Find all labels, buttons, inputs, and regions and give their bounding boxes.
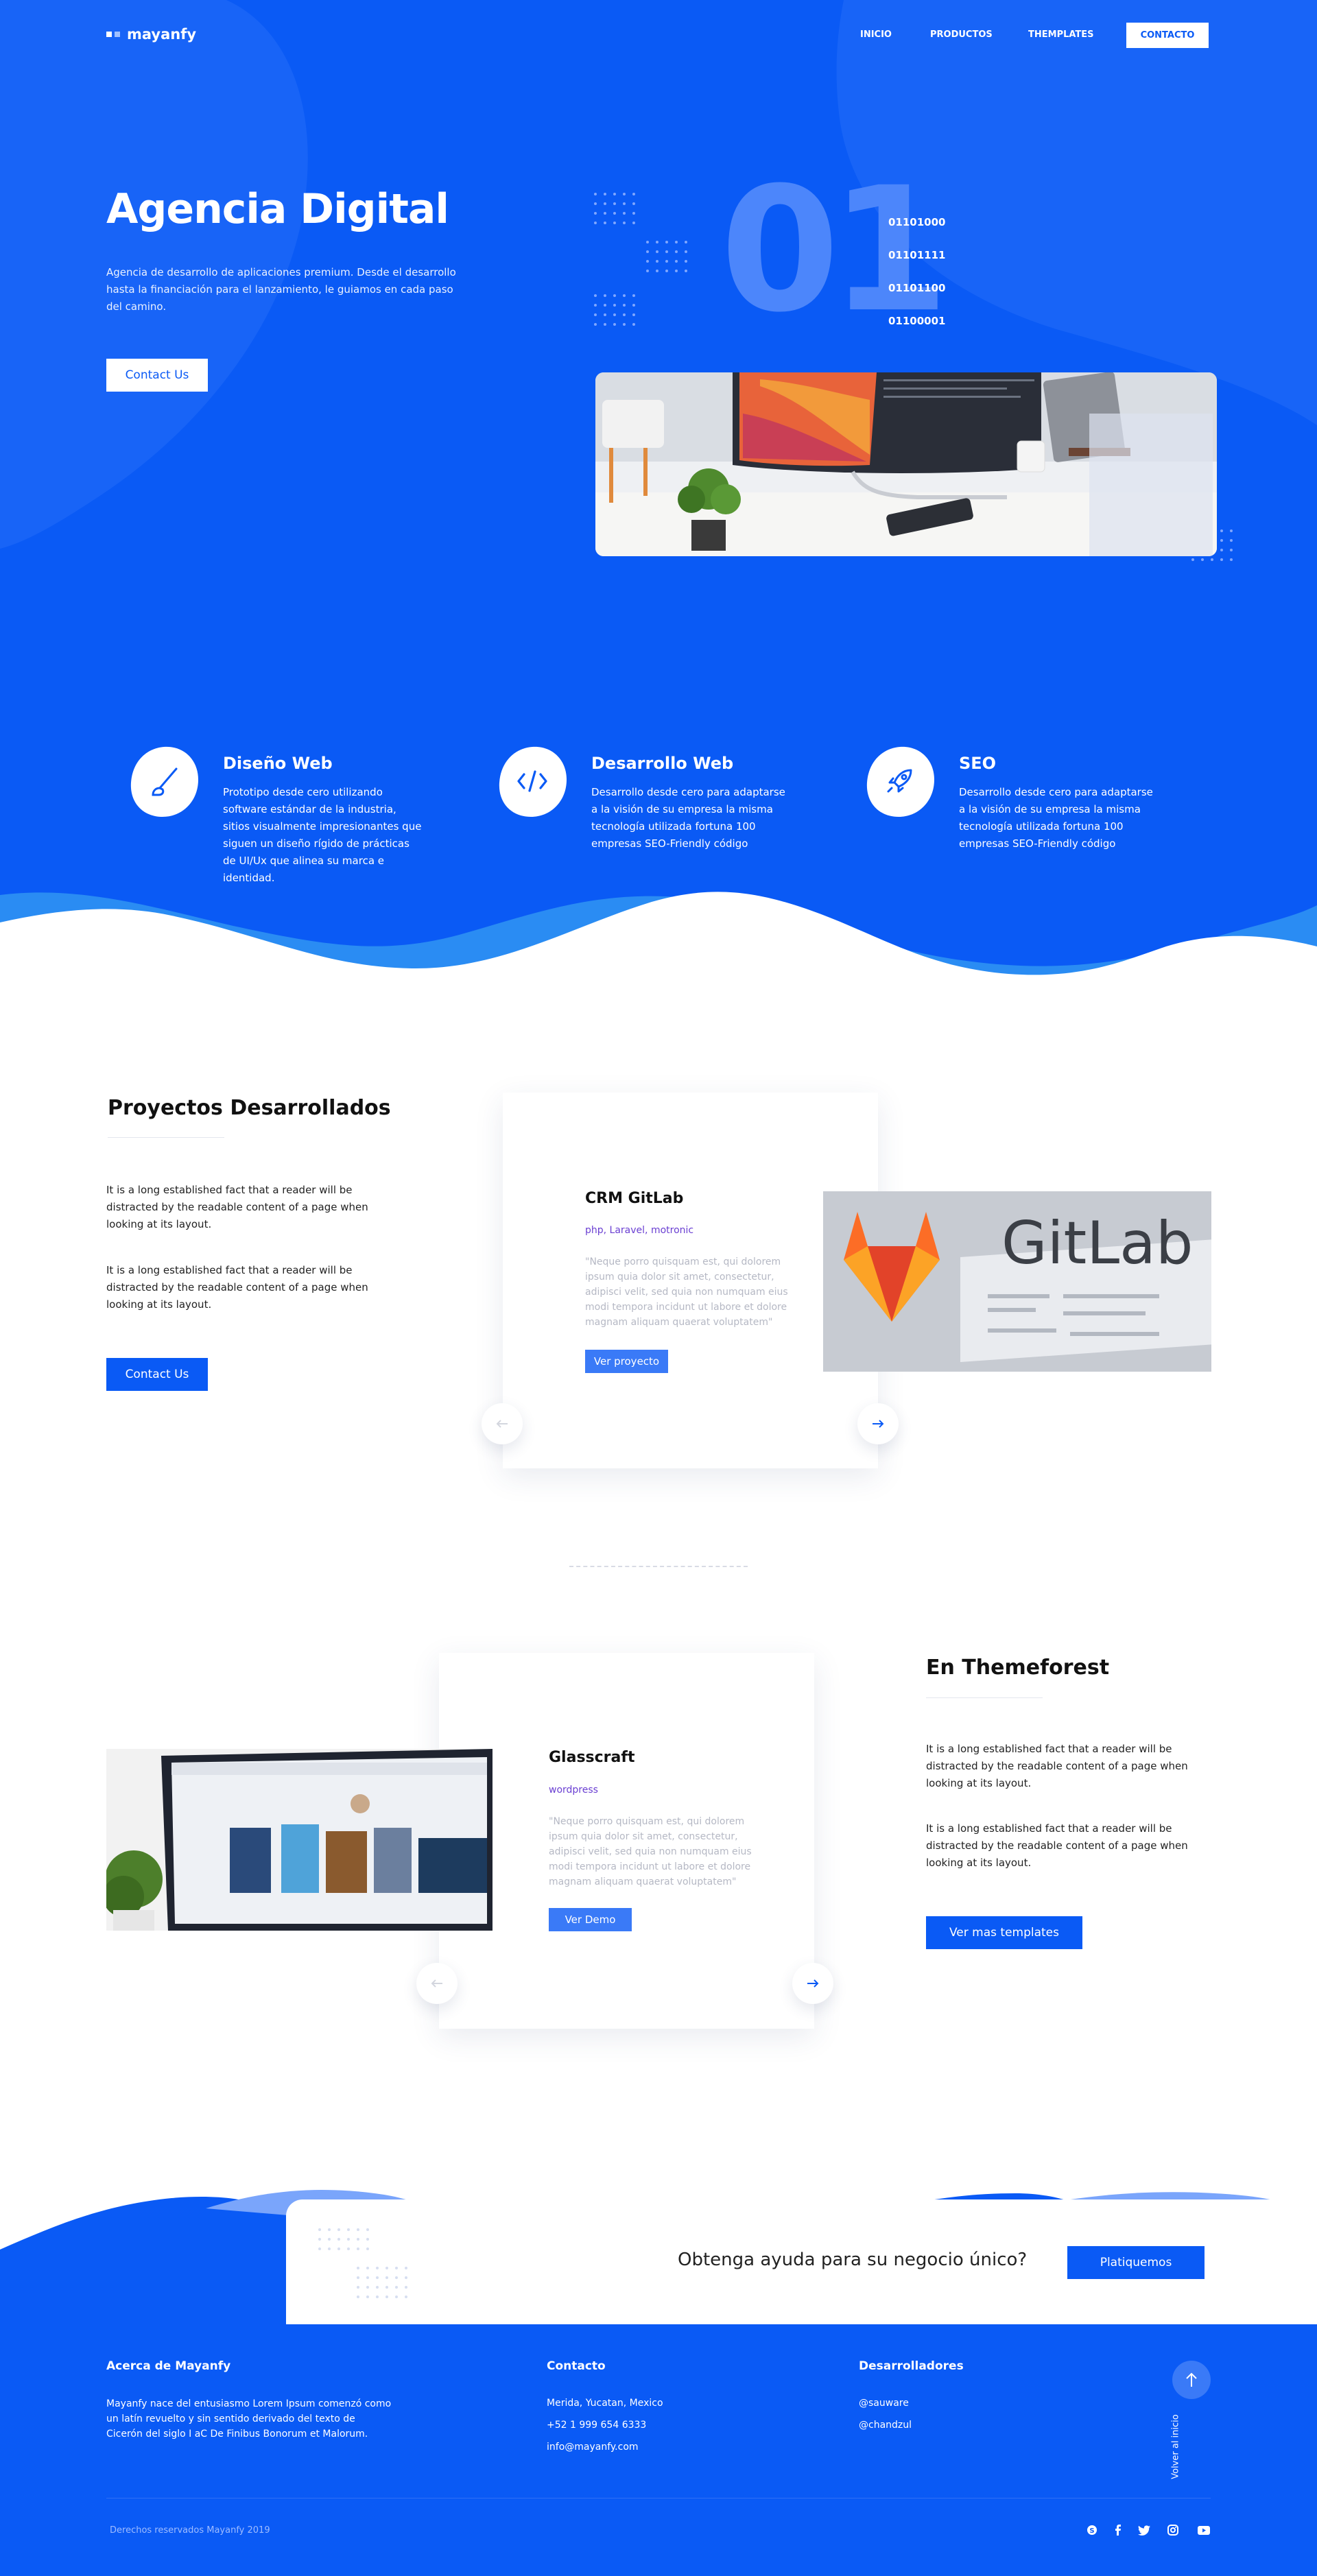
- card-title: CRM GitLab: [585, 1190, 684, 1207]
- footer-email[interactable]: info@mayanfy.com: [547, 2442, 639, 2453]
- projects-paragraph: It is a long established fact that a rea…: [106, 1264, 368, 1311]
- themeforest-title: En Themeforest: [926, 1656, 1110, 1680]
- hero-section: mayanfy INICIO PRODUCTOS THEMPLATES CONT…: [0, 0, 1317, 981]
- projects-paragraph: It is a long established fact that a rea…: [106, 1184, 368, 1230]
- binary-line: 01101100: [888, 282, 946, 294]
- service-title: Diseño Web: [223, 754, 333, 773]
- hero-desk-image: [595, 372, 1217, 556]
- nav-templates[interactable]: THEMPLATES: [1028, 29, 1094, 40]
- ver-demo-button[interactable]: Ver Demo: [549, 1908, 632, 1931]
- back-to-top-label: Volver al inicio: [1170, 2414, 1181, 2479]
- service-text: Desarrollo desde cero para adaptarse a l…: [591, 786, 785, 850]
- template-card: Glasscraft wordpress "Neque porro quisqu…: [439, 1653, 814, 2029]
- glasscraft-image: [106, 1749, 493, 1931]
- gitlab-image-text: GitLab: [1001, 1209, 1193, 1278]
- dot-pattern: [318, 2228, 407, 2298]
- projects-title: Proyectos Desarrollados: [108, 1096, 391, 1120]
- footer-phone[interactable]: +52 1 999 654 6333: [547, 2420, 646, 2431]
- instagram-icon[interactable]: [1166, 2523, 1180, 2537]
- footer-dev-link[interactable]: @sauware: [859, 2398, 909, 2409]
- footer-dev-link[interactable]: @chandzul: [859, 2420, 912, 2431]
- service-text: Prototipo desde cero utilizando software…: [223, 786, 422, 884]
- facebook-icon[interactable]: [1111, 2523, 1125, 2537]
- themeforest-paragraph: It is a long established fact that a rea…: [926, 1743, 1188, 1789]
- cta-text: Obtenga ayuda para su negocio único?: [678, 2250, 1028, 2270]
- hero-description: Agencia de desarrollo de aplicaciones pr…: [106, 266, 456, 313]
- project-card: CRM GitLab php, Laravel, motronic "Neque…: [503, 1093, 878, 1468]
- next-project-button[interactable]: [857, 1403, 899, 1444]
- arrow-up-icon: [1186, 2372, 1197, 2387]
- hero-binary: 01101000 01101111 01101100 01100001: [888, 206, 946, 337]
- arrow-right-icon: [807, 1979, 819, 1988]
- nav-inicio[interactable]: INICIO: [860, 29, 892, 40]
- youtube-icon[interactable]: [1197, 2523, 1211, 2537]
- back-to-top-button[interactable]: [1172, 2361, 1211, 2399]
- title-divider: [926, 1697, 1043, 1698]
- prev-template-button[interactable]: [416, 1963, 458, 2004]
- footer-divider: [106, 2498, 1211, 2499]
- arrow-right-icon: [873, 1420, 884, 1428]
- card-description: "Neque porro quisquam est, qui dolorem i…: [549, 1816, 752, 1887]
- footer-about-title: Acerca de Mayanfy: [106, 2359, 231, 2373]
- card-tags: wordpress: [549, 1785, 598, 1796]
- binary-line: 01100001: [888, 315, 946, 327]
- hero-contact-button[interactable]: Contact Us: [106, 359, 208, 392]
- nav-productos[interactable]: PRODUCTOS: [930, 29, 993, 40]
- gitlab-image: GitLab: [823, 1191, 1211, 1372]
- logo[interactable]: mayanfy: [106, 26, 196, 43]
- binary-line: 01101000: [888, 216, 946, 228]
- section-divider: [569, 1566, 748, 1567]
- footer-address: Merida, Yucatan, Mexico: [547, 2398, 663, 2409]
- card-title: Glasscraft: [549, 1749, 635, 1766]
- footer-devs-title: Desarrolladores: [859, 2359, 964, 2373]
- arrow-left-icon: [496, 1420, 508, 1428]
- dot-pattern: [594, 193, 687, 326]
- footer-contact-title: Contacto: [547, 2359, 606, 2373]
- nav-contacto-button[interactable]: CONTACTO: [1126, 23, 1209, 48]
- skype-icon[interactable]: S: [1085, 2523, 1099, 2537]
- service-badge: [866, 746, 934, 817]
- arrow-left-icon: [431, 1979, 442, 1988]
- card-tags: php, Laravel, motronic: [585, 1225, 694, 1236]
- twitter-icon[interactable]: [1137, 2523, 1151, 2537]
- service-title: SEO: [959, 754, 997, 773]
- ver-mas-templates-button[interactable]: Ver mas templates: [926, 1916, 1082, 1949]
- logo-icon: [106, 32, 120, 37]
- prev-project-button[interactable]: [482, 1403, 523, 1444]
- footer-about-text: Mayanfy nace del entusiasmo Lorem Ipsum …: [106, 2398, 392, 2440]
- binary-line: 01101111: [888, 249, 946, 261]
- service-badge: [499, 746, 567, 817]
- hero-title: Agencia Digital: [106, 185, 449, 233]
- projects-contact-button[interactable]: Contact Us: [106, 1358, 208, 1391]
- service-badge: [130, 746, 198, 817]
- platiquemos-button[interactable]: Platiquemos: [1067, 2246, 1205, 2279]
- next-template-button[interactable]: [792, 1963, 833, 2004]
- ver-proyecto-button[interactable]: Ver proyecto: [585, 1350, 668, 1373]
- logo-text: mayanfy: [127, 26, 197, 43]
- svg-text:S: S: [1089, 2527, 1094, 2535]
- title-divider: [108, 1137, 224, 1138]
- copyright: Derechos reservados Mayanfy 2019: [110, 2525, 270, 2536]
- themeforest-paragraph: It is a long established fact that a rea…: [926, 1822, 1188, 1869]
- service-text: Desarrollo desde cero para adaptarse a l…: [959, 786, 1153, 850]
- service-title: Desarrollo Web: [591, 754, 734, 773]
- card-description: "Neque porro quisquam est, qui dolorem i…: [585, 1256, 788, 1328]
